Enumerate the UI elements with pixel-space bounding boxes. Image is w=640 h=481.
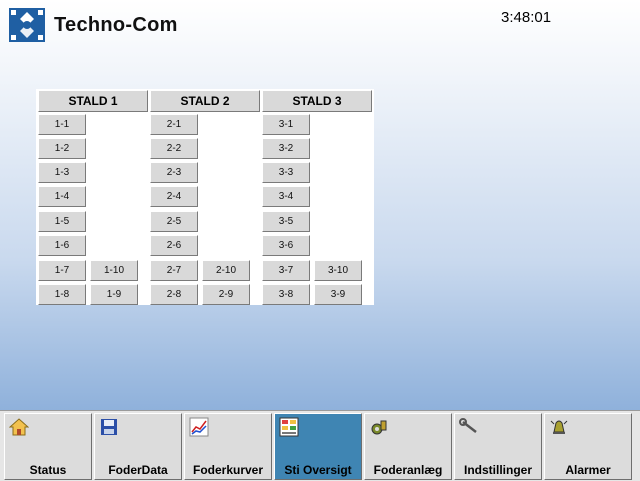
nav-indstillinger-button[interactable]: Indstillinger	[454, 413, 542, 480]
pen-button[interactable]: 2-6	[150, 235, 198, 256]
nav-label: Indstillinger	[463, 463, 532, 477]
nav-label: Foderanlæg	[373, 463, 443, 477]
nav-label: FoderData	[108, 463, 168, 477]
pen-button[interactable]: 3-2	[262, 138, 310, 159]
stald-3-panel: STALD 3 3-1 3-2 3-3 3-4 3-5 3-6 3-7 3-8 …	[260, 89, 374, 305]
pen-button[interactable]: 2-3	[150, 162, 198, 183]
pen-button[interactable]: 2-8	[150, 284, 198, 305]
pen-button[interactable]: 1-9	[90, 284, 138, 305]
pen-overview-icon	[279, 417, 299, 437]
house-icon	[8, 417, 30, 437]
pen-button[interactable]: 2-7	[150, 260, 198, 281]
stald-1-button[interactable]: STALD 1	[38, 90, 148, 112]
nav-foderanlaeg-button[interactable]: Foderanlæg	[364, 413, 452, 480]
pen-button[interactable]: 2-1	[150, 114, 198, 135]
nav-label: Status	[29, 463, 67, 477]
feed-system-icon	[369, 417, 389, 437]
brand-name: Techno-Com	[54, 14, 178, 36]
pen-button[interactable]: 2-2	[150, 138, 198, 159]
pen-button[interactable]: 3-8	[262, 284, 310, 305]
nav-foderdata-button[interactable]: FoderData	[94, 413, 182, 480]
floppy-disk-icon	[99, 417, 119, 437]
techno-com-logo-icon	[9, 8, 45, 42]
stald-2-panel: STALD 2 2-1 2-2 2-3 2-4 2-5 2-6 2-7 2-8 …	[148, 89, 262, 305]
pen-button[interactable]: 3-3	[262, 162, 310, 183]
alarm-bell-icon	[549, 417, 569, 437]
pen-button[interactable]: 1-2	[38, 138, 86, 159]
nav-label: Sti Oversigt	[284, 463, 352, 477]
pen-button[interactable]: 1-3	[38, 162, 86, 183]
pen-button[interactable]: 3-9	[314, 284, 362, 305]
nav-sti-oversigt-button[interactable]: Sti Oversigt	[274, 413, 362, 480]
pen-button[interactable]: 2-5	[150, 211, 198, 232]
nav-label: Alarmer	[565, 463, 611, 477]
stald-1-panel: STALD 1 1-1 1-2 1-3 1-4 1-5 1-6 1-7 1-8 …	[36, 89, 150, 305]
pen-button[interactable]: 3-10	[314, 260, 362, 281]
pen-button[interactable]: 1-6	[38, 235, 86, 256]
pen-button[interactable]: 3-4	[262, 186, 310, 207]
nav-label: Foderkurver	[192, 463, 264, 477]
pen-button[interactable]: 3-1	[262, 114, 310, 135]
pen-button[interactable]: 1-10	[90, 260, 138, 281]
pen-button[interactable]: 3-6	[262, 235, 310, 256]
bottom-nav-bar: Status FoderData Foderkurver Sti Oversig…	[0, 410, 640, 481]
pen-button[interactable]: 3-7	[262, 260, 310, 281]
pen-button[interactable]: 2-9	[202, 284, 250, 305]
line-chart-icon	[189, 417, 209, 437]
nav-status-button[interactable]: Status	[4, 413, 92, 480]
stald-3-button[interactable]: STALD 3	[262, 90, 372, 112]
wrench-icon	[459, 417, 479, 437]
pen-button[interactable]: 1-1	[38, 114, 86, 135]
pen-button[interactable]: 2-4	[150, 186, 198, 207]
nav-alarmer-button[interactable]: Alarmer	[544, 413, 632, 480]
pen-button[interactable]: 1-7	[38, 260, 86, 281]
nav-foderkurver-button[interactable]: Foderkurver	[184, 413, 272, 480]
clock: 3:48:01	[501, 9, 552, 26]
pen-button[interactable]: 2-10	[202, 260, 250, 281]
pen-button[interactable]: 1-4	[38, 186, 86, 207]
pen-button[interactable]: 3-5	[262, 211, 310, 232]
pen-button[interactable]: 1-5	[38, 211, 86, 232]
stald-2-button[interactable]: STALD 2	[150, 90, 260, 112]
pen-button[interactable]: 1-8	[38, 284, 86, 305]
